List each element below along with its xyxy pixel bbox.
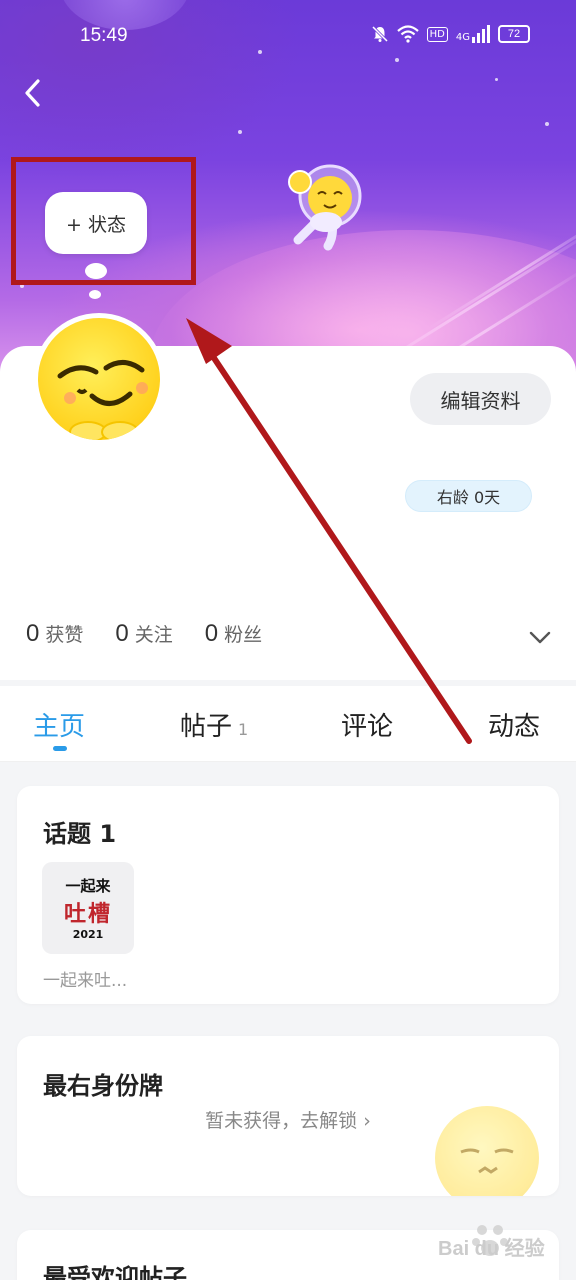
tab-count: 1: [238, 720, 249, 739]
status-icons: HD 4G 72: [371, 25, 530, 43]
stat-value: 0: [115, 620, 129, 647]
hd-badge: HD: [426, 26, 448, 42]
tab-activity[interactable]: 动态: [488, 706, 540, 743]
topic-thumb-line1: 一起来: [65, 877, 111, 895]
profile-tabs: 主页 帖子 1 评论 动态: [0, 686, 576, 762]
stat-label: 获赞: [45, 624, 84, 646]
avatar[interactable]: [33, 313, 165, 445]
account-age-badge: 右龄 0天: [405, 480, 532, 512]
smiley-face-icon: [57, 360, 148, 440]
annotation-highlight-box: [11, 157, 196, 285]
topic-caption[interactable]: 一起来吐...: [43, 966, 127, 991]
topics-title: 话题 1: [43, 820, 117, 848]
profile-stats: 0 获赞 0 关注 0 粉丝: [26, 620, 262, 648]
tab-posts[interactable]: 帖子 1: [180, 706, 248, 743]
stat-label: 关注: [134, 624, 173, 646]
status-time: 15:49: [80, 25, 128, 46]
network-type: 4G: [455, 32, 470, 43]
tab-comments[interactable]: 评论: [341, 706, 393, 743]
topic-thumbnail[interactable]: 一起来 吐槽 2021: [42, 862, 134, 954]
tab-label: 主页: [33, 712, 86, 742]
wifi-icon: [396, 25, 419, 43]
stat-value: 0: [26, 620, 40, 647]
topic-thumb-year: 2021: [72, 928, 104, 941]
battery-icon: 72: [498, 25, 530, 43]
tab-home[interactable]: 主页: [33, 706, 85, 743]
thought-bubble-dot: [89, 290, 101, 299]
stat-followers[interactable]: 0 粉丝: [205, 620, 262, 648]
signal-icon: 4G: [456, 25, 490, 43]
star: [495, 78, 498, 81]
astronaut-mascot-icon: [288, 164, 362, 251]
stat-value: 0: [204, 620, 219, 647]
chevron-down-icon[interactable]: [528, 626, 552, 650]
stat-likes[interactable]: 0 获赞: [26, 620, 83, 648]
popular-posts-title: 最受欢迎帖子: [43, 1264, 187, 1280]
active-tab-indicator: [53, 746, 67, 751]
mute-bell-icon: [371, 25, 388, 43]
stat-following[interactable]: 0 关注: [115, 620, 172, 648]
identity-badge-title: 最右身份牌: [43, 1072, 163, 1100]
back-arrow-icon[interactable]: [18, 76, 52, 110]
watermark: Bai du 经验: [438, 1218, 558, 1262]
stat-label: 粉丝: [224, 624, 263, 646]
topic-thumb-line2: 吐槽: [63, 902, 112, 927]
identity-badge-card: 最右身份牌 暂未获得，去解锁 ›: [17, 1036, 559, 1196]
tab-label: 动态: [488, 712, 541, 742]
star: [545, 122, 549, 126]
badge-mascot-icon: [435, 1106, 539, 1196]
watermark-text: Bai du 经验: [438, 1238, 545, 1260]
star: [238, 130, 242, 134]
tab-label: 评论: [341, 712, 394, 742]
edit-profile-button[interactable]: 编辑资料: [410, 373, 551, 425]
status-bar: 15:49 HD 4G 72: [0, 0, 576, 72]
avatar-image: [38, 318, 160, 440]
tab-label: 帖子: [180, 712, 233, 742]
topics-card: 话题 1 一起来 吐槽 2021 一起来吐...: [17, 786, 559, 1004]
